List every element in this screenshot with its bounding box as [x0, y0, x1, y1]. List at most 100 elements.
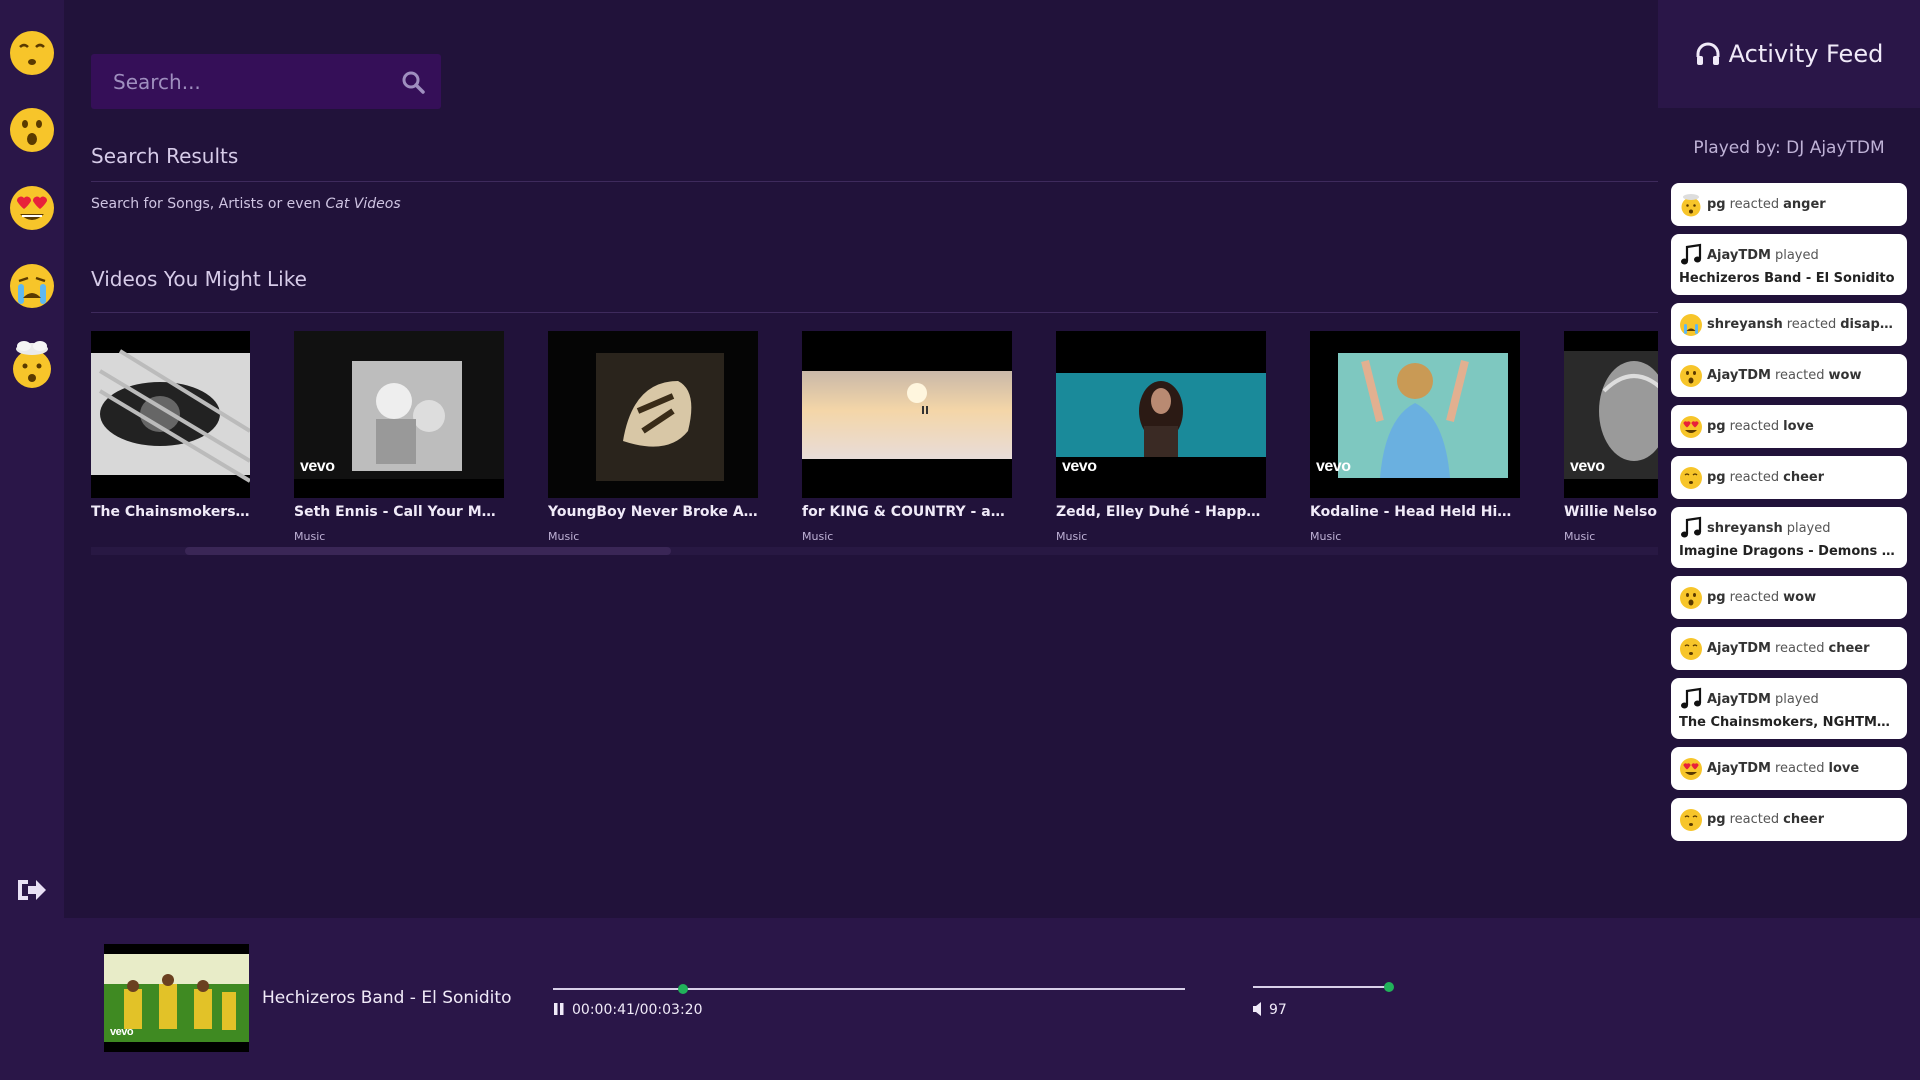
disappointed-emoji-icon: [1679, 313, 1703, 337]
feed-user: AjayTDM: [1707, 368, 1771, 383]
now-playing-thumbnail: vevo: [104, 944, 249, 1052]
cheer-emoji-icon: [1679, 466, 1703, 490]
cheer-emoji-icon: [1679, 808, 1703, 832]
volume-value: 97: [1269, 1002, 1287, 1018]
video-title: Seth Ennis - Call Your Mama (...: [294, 504, 504, 520]
search-results-title: Search Results: [91, 144, 239, 168]
feed-item: pg reacted cheer: [1671, 456, 1907, 499]
video-thumbnail: vevo: [1564, 331, 1658, 498]
feed-song: The Chainsmokers, NGHTMRE -...: [1679, 715, 1899, 730]
video-card[interactable]: YoungBoy Never Broke Again ... Music: [548, 331, 758, 543]
video-category: Music: [294, 530, 326, 543]
feed-verb: reacted: [1786, 317, 1837, 332]
feed-user: pg: [1707, 197, 1726, 212]
feed-reaction: wow: [1828, 368, 1862, 383]
feed-verb: played: [1774, 691, 1819, 707]
feed-item: pg reacted love: [1671, 405, 1907, 448]
feed-reaction: love: [1828, 761, 1860, 776]
vevo-logo: vevo: [1062, 458, 1097, 475]
now-playing-title: Hechizeros Band - El Sonidito: [262, 988, 512, 1008]
video-thumbnail: [548, 331, 758, 498]
video-thumbnail: vevo: [294, 331, 504, 498]
video-thumbnail: [802, 331, 1012, 498]
video-thumbnail: vevo: [1310, 331, 1520, 498]
search-input[interactable]: [91, 69, 381, 94]
feed-user: AjayTDM: [1707, 641, 1771, 656]
video-thumbnail: vevo: [1056, 331, 1266, 498]
feed-user: AjayTDM: [1707, 247, 1771, 263]
activity-feed: Activity Feed Played by: DJ AjayTDM pg re…: [1658, 0, 1920, 918]
feed-item: pg reacted wow: [1671, 576, 1907, 619]
video-category: Music: [1310, 530, 1342, 543]
played-by: Played by: DJ AjayTDM: [1693, 138, 1885, 158]
love-emoji-icon[interactable]: [8, 184, 56, 232]
video-category: Music: [548, 530, 580, 543]
recommended-title: Videos You Might Like: [91, 267, 307, 291]
pause-icon[interactable]: [553, 1002, 565, 1016]
video-title: The Chainsmokers, NGHTMRE ...: [91, 504, 250, 520]
vevo-logo: vevo: [300, 458, 335, 475]
video-category: Music: [1056, 530, 1088, 543]
speaker-icon[interactable]: [1253, 1002, 1263, 1016]
feed-reaction: cheer: [1783, 812, 1825, 827]
feed-item: AjayTDM reacted love: [1671, 747, 1907, 790]
love-emoji-icon: [1679, 415, 1703, 439]
vevo-logo: vevo: [1316, 458, 1351, 475]
video-card[interactable]: The Chainsmokers, NGHTMRE ...: [91, 331, 250, 530]
anger-emoji-icon: [1679, 193, 1703, 217]
feed-item: AjayTDM reacted wow: [1671, 354, 1907, 397]
carousel-scrollbar[interactable]: [91, 547, 1658, 555]
feed-item: shreyanshreacteddisappoi...: [1671, 303, 1907, 346]
feed-verb: played: [1786, 520, 1831, 536]
feed-verb: reacted: [1774, 641, 1825, 656]
feed-verb: reacted: [1729, 812, 1780, 827]
feed-song: Imagine Dragons - Demons (Of...: [1679, 544, 1899, 559]
playback-time: 00:00:41/00:03:20: [572, 1002, 703, 1018]
music-note-icon: [1679, 516, 1703, 540]
search-bar: [91, 54, 441, 109]
video-category: Music: [802, 530, 834, 543]
feed-verb: reacted: [1774, 761, 1825, 776]
feed-user: AjayTDM: [1707, 761, 1771, 776]
video-card[interactable]: vevo Kodaline - Head Held High (Of... Mu…: [1310, 331, 1520, 543]
search-hint: Search for Songs, Artists or even Cat Vi…: [91, 196, 401, 212]
volume-slider[interactable]: [1253, 982, 1394, 992]
video-card[interactable]: vevo Willie Nelson - ... Music: [1564, 331, 1658, 543]
music-note-icon: [1679, 243, 1703, 267]
feed-reaction: wow: [1783, 590, 1817, 605]
progress-handle[interactable]: [677, 984, 688, 994]
anger-emoji-icon[interactable]: [8, 341, 56, 389]
video-title: YoungBoy Never Broke Again ...: [548, 504, 758, 520]
activity-feed-title: Activity Feed: [1728, 40, 1884, 68]
wow-emoji-icon[interactable]: [8, 106, 56, 154]
carousel-scrollbar-thumb[interactable]: [185, 547, 671, 555]
feed-reaction: cheer: [1828, 641, 1870, 656]
feed-user: pg: [1707, 812, 1726, 827]
progress-bar[interactable]: [553, 984, 1185, 994]
player-bar: vevo Hechizeros Band - El Sonidito 00:00…: [0, 918, 1920, 1080]
divider: [91, 312, 1658, 313]
wow-emoji-icon: [1679, 586, 1703, 610]
feed-item: pg reacted cheer: [1671, 798, 1907, 841]
wow-emoji-icon: [1679, 364, 1703, 388]
feed-verb: reacted: [1729, 470, 1780, 485]
video-card[interactable]: vevo Seth Ennis - Call Your Mama (... Mu…: [294, 331, 504, 543]
feed-song: Hechizeros Band - El Sonidito: [1679, 271, 1895, 286]
cheer-emoji-icon[interactable]: [8, 29, 56, 77]
feed-reaction: love: [1783, 419, 1814, 434]
volume-handle[interactable]: [1383, 982, 1394, 992]
video-card[interactable]: vevo Zedd, Elley Duhé - Happy No... Musi…: [1056, 331, 1266, 543]
search-icon[interactable]: [401, 70, 425, 94]
feed-user: pg: [1707, 590, 1726, 605]
music-note-icon: [1679, 687, 1703, 711]
disappointed-emoji-icon[interactable]: [8, 262, 56, 310]
headphones-icon: [1696, 42, 1720, 65]
search-hint-text: Search for Songs, Artists or even: [91, 196, 326, 212]
feed-reaction: disappoi...: [1840, 317, 1899, 332]
feed-verb: reacted: [1729, 419, 1780, 434]
video-title: Kodaline - Head Held High (Of...: [1310, 504, 1520, 520]
video-card[interactable]: for KING & COUNTRY - amen (... Music: [802, 331, 1012, 543]
feed-item: AjayTDM played The Chainsmokers, NGHTMRE -…: [1671, 678, 1907, 739]
logout-icon[interactable]: [16, 876, 48, 904]
activity-feed-header: Activity Feed: [1658, 0, 1920, 108]
